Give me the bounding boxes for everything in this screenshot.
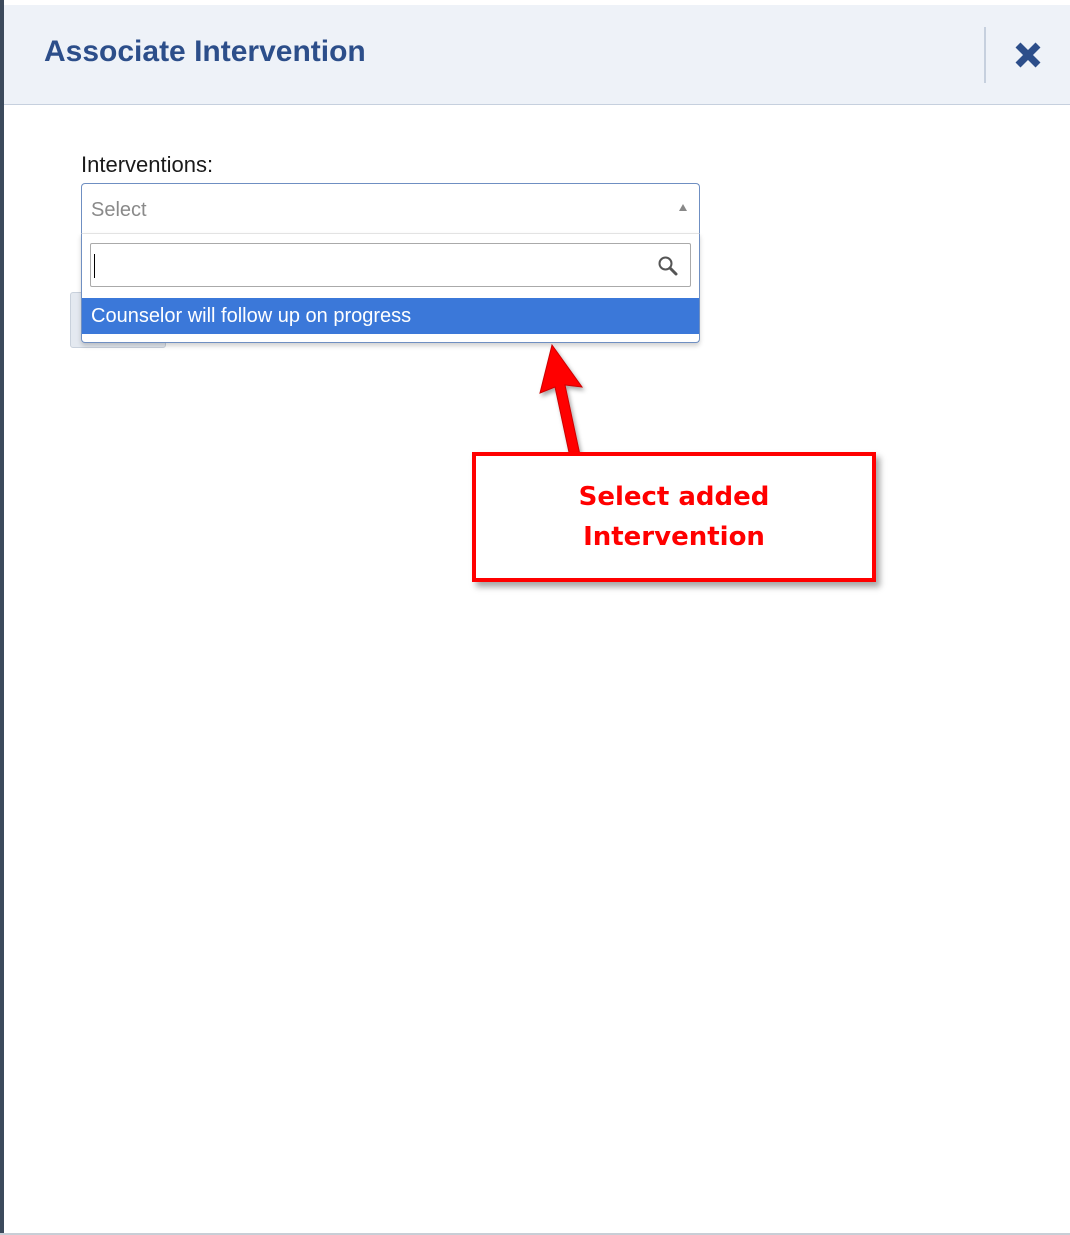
close-x-icon [1015,42,1041,68]
select-placeholder: Select [91,199,147,221]
chevron-up-icon [679,204,687,211]
annotation-callout: Select added Intervention [472,452,876,582]
annotation-arrow [539,343,584,458]
dropdown-option[interactable]: Counselor will follow up on progress [82,298,699,334]
dialog-header: Associate Intervention [4,5,1070,105]
interventions-dropdown: Counselor will follow up on progress [81,233,700,343]
interventions-select[interactable]: Select [81,183,700,233]
annotation-text: Select added Intervention [578,482,770,552]
interventions-label: Interventions: [81,152,214,177]
associate-intervention-page: Associate Intervention Interventions: Se… [0,0,1070,1235]
dropdown-option-label: Counselor will follow up on progress [91,305,412,327]
dropdown-search-field[interactable] [90,243,691,287]
dropdown-search-input[interactable] [91,244,651,286]
close-button[interactable] [1008,35,1048,75]
search-icon [658,256,678,276]
left-edge-border [0,0,4,1235]
dialog-title: Associate Intervention [44,35,366,68]
header-divider [984,27,986,83]
